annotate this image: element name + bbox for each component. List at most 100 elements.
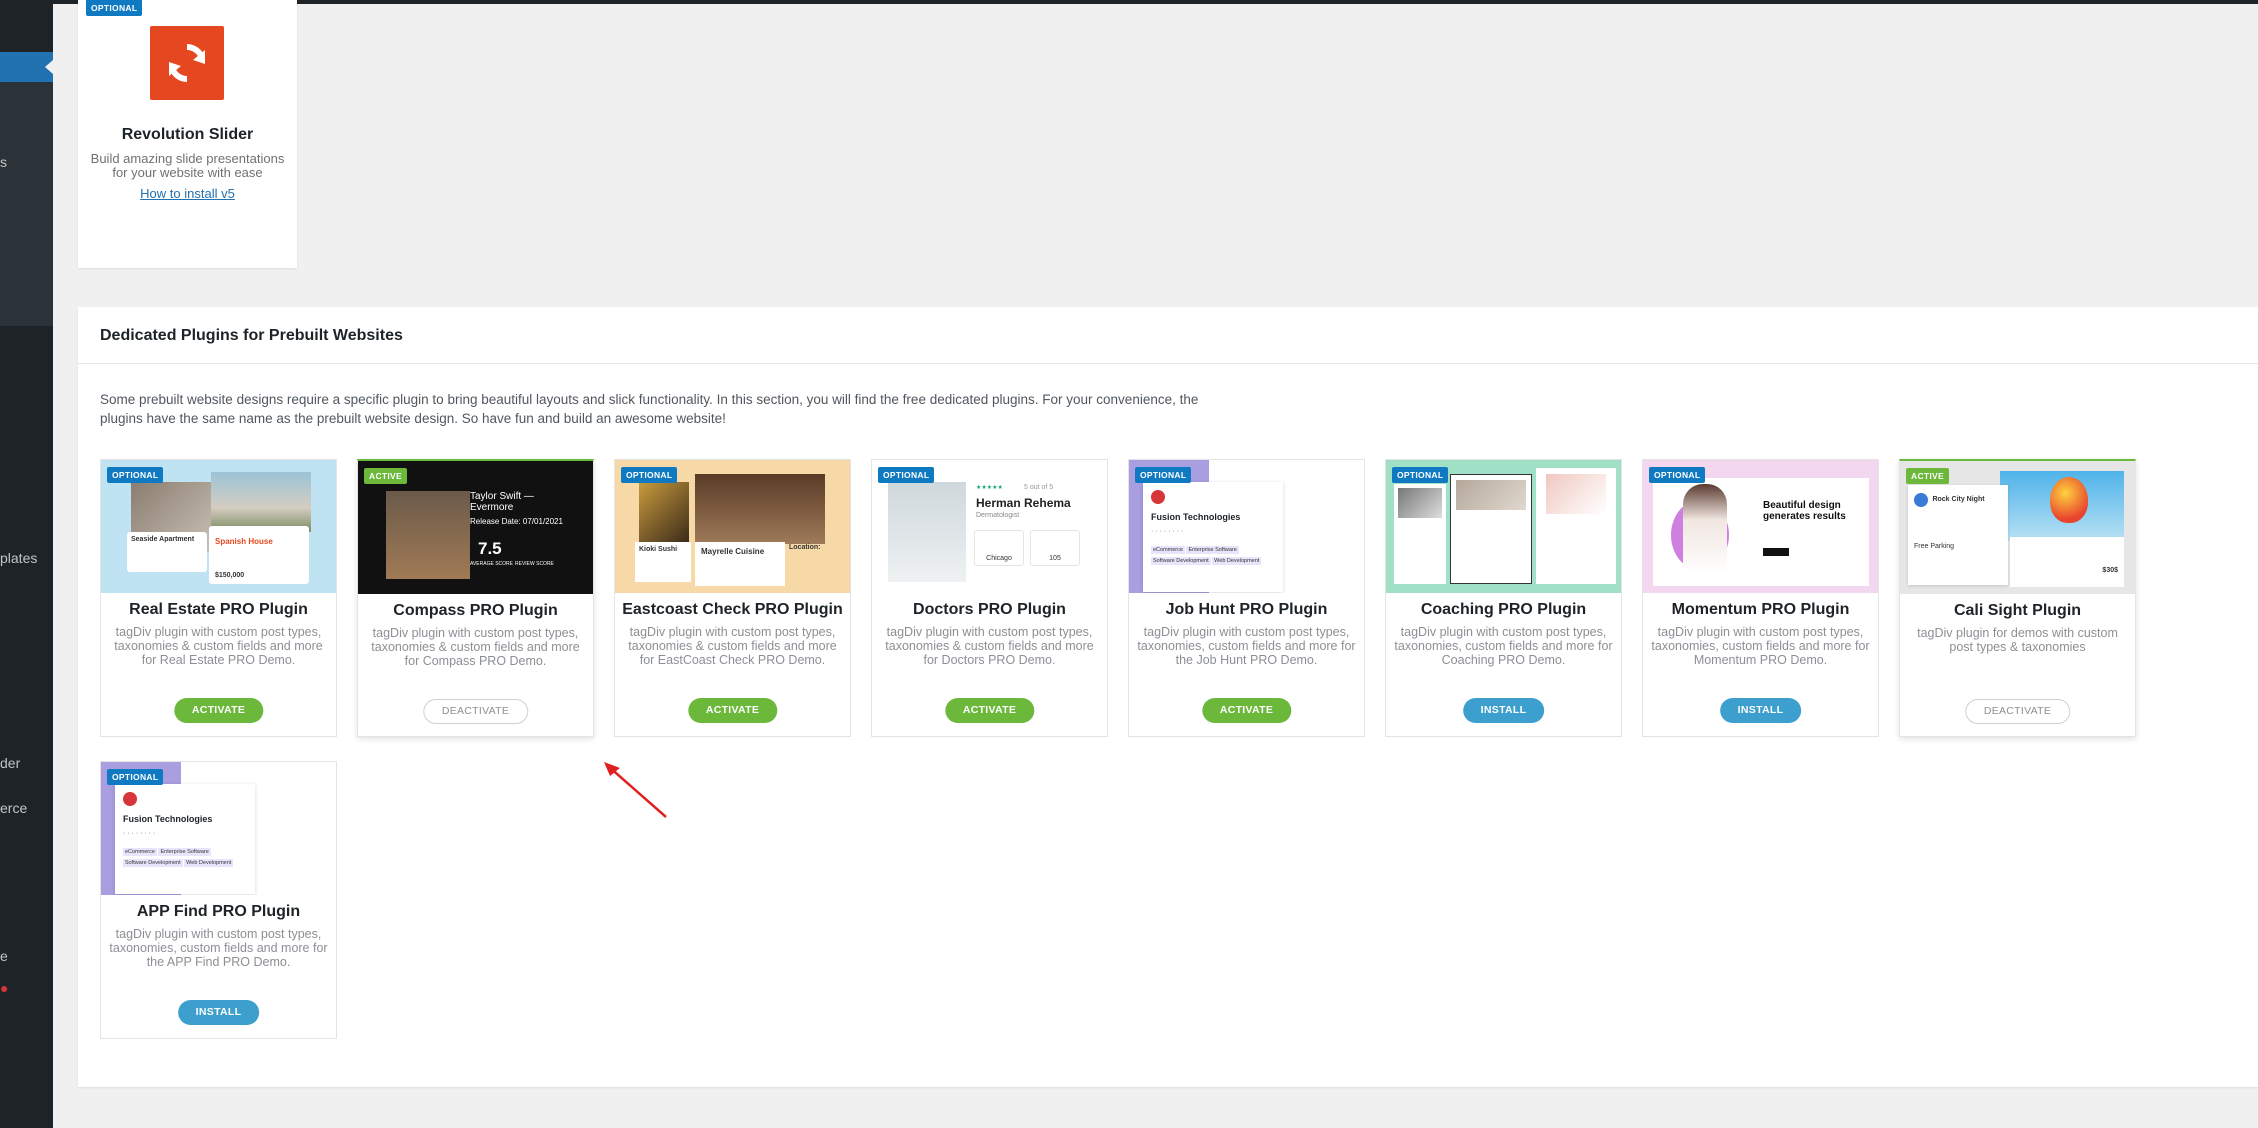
tag: Web Development bbox=[1212, 557, 1262, 565]
activate-button[interactable]: ACTIVATE bbox=[173, 698, 264, 723]
optional-badge: OPTIONAL bbox=[107, 467, 164, 483]
album-cover-image bbox=[386, 491, 470, 579]
doctor-photo bbox=[888, 482, 966, 582]
plugin-title: Momentum PRO Plugin bbox=[1671, 601, 1850, 618]
annotation-arrow-icon bbox=[604, 762, 667, 818]
thumb-headline: Beautiful design generates results bbox=[1763, 500, 1846, 522]
plugin-description: tagDiv plugin with custom post types, ta… bbox=[1651, 625, 1870, 667]
plugin-card-app-find: OPTIONAL Fusion Technologies · · · · · ·… bbox=[100, 761, 337, 1039]
plugin-thumbnail: OPTIONAL Fusion Technologies · · · · · ·… bbox=[1129, 460, 1364, 593]
plugin-thumbnail: OPTIONAL Kioki Sushi Mayrelle Cuisine Lo… bbox=[615, 460, 850, 593]
plugin-thumbnail: OPTIONAL bbox=[1386, 460, 1621, 593]
thumb-headline: Herman Rehema bbox=[976, 496, 1071, 510]
dedicated-plugins-section: Dedicated Plugins for Prebuilt Websites … bbox=[78, 307, 2258, 1087]
how-to-install-link[interactable]: How to install v5 bbox=[78, 186, 297, 201]
plugin-card-real-estate: OPTIONAL Seaside Apartment Spanish House… bbox=[100, 459, 337, 737]
sidebar-item-fragment[interactable]: s bbox=[0, 154, 7, 170]
deactivate-button[interactable]: DEACTIVATE bbox=[422, 699, 529, 724]
activate-button[interactable]: ACTIVATE bbox=[687, 698, 778, 723]
plugin-card-momentum: OPTIONAL Beautiful design generates resu… bbox=[1642, 459, 1879, 737]
sidebar-active-item[interactable] bbox=[0, 52, 53, 82]
plugin-description: tagDiv plugin with custom post types, ta… bbox=[1394, 625, 1613, 667]
company-card: Fusion Technologies · · · · · · · · eCom… bbox=[115, 784, 255, 894]
plugin-card-doctors: OPTIONAL ★★★★★ 5 out of 5 Herman Rehema … bbox=[871, 459, 1108, 737]
optional-badge: OPTIONAL bbox=[1392, 467, 1449, 483]
section-header: Dedicated Plugins for Prebuilt Websites bbox=[78, 307, 2258, 364]
section-description: Some prebuilt website designs require a … bbox=[100, 392, 1199, 426]
thumb-label: Mayrelle Cuisine bbox=[695, 542, 785, 586]
restaurant-image bbox=[695, 474, 825, 544]
plugin-card-eastcoast: OPTIONAL Kioki Sushi Mayrelle Cuisine Lo… bbox=[614, 459, 851, 737]
thumb-label: Location: bbox=[789, 544, 821, 551]
plugin-title: Eastcoast Check PRO Plugin bbox=[622, 601, 843, 618]
plugin-description: tagDiv plugin with custom post types, ta… bbox=[109, 927, 328, 969]
plugin-card-cali-sight: ACTIVE Rock City Night Free Parking $30$… bbox=[1899, 459, 2136, 737]
sidebar-item-fragment[interactable]: erce bbox=[0, 800, 27, 816]
plugin-card-coaching: OPTIONAL Coaching PRO Plugin tagDiv plug… bbox=[1385, 459, 1622, 737]
thumb-label: Dermatologist bbox=[976, 512, 1020, 519]
coach-image bbox=[1456, 480, 1526, 510]
coach-image bbox=[1398, 488, 1442, 518]
install-button[interactable]: INSTALL bbox=[177, 1000, 260, 1025]
restaurant-image bbox=[639, 482, 689, 542]
sidebar-notification-dot: ● bbox=[0, 980, 9, 996]
plugin-title: Job Hunt PRO Plugin bbox=[1165, 601, 1328, 618]
plugin-title: Real Estate PRO Plugin bbox=[129, 601, 308, 618]
plugin-title: Doctors PRO Plugin bbox=[913, 601, 1066, 618]
plugin-thumbnail: OPTIONAL Beautiful design generates resu… bbox=[1643, 460, 1878, 593]
plugin-thumbnail: OPTIONAL Seaside Apartment Spanish House… bbox=[101, 460, 336, 593]
sidebar-item-fragment[interactable]: e bbox=[0, 948, 8, 964]
listing-card: Rock City Night Free Parking bbox=[1908, 485, 2008, 585]
activate-button[interactable]: ACTIVATE bbox=[944, 698, 1035, 723]
install-button[interactable]: INSTALL bbox=[1462, 698, 1545, 723]
optional-badge: OPTIONAL bbox=[86, 0, 143, 16]
thumb-headline: Fusion Technologies bbox=[1151, 512, 1241, 522]
plugin-thumbnail: ACTIVE Taylor Swift — Evermore Release D… bbox=[358, 461, 593, 594]
house-image bbox=[211, 472, 311, 532]
thumb-score-label: AVERAGE SCORE bbox=[470, 561, 513, 567]
listing-card: Spanish House $150,000 bbox=[209, 526, 309, 584]
plugin-description: tagDiv plugin with custom post types, ta… bbox=[114, 625, 323, 667]
tag: eCommerce bbox=[123, 848, 157, 856]
plugin-description: tagDiv plugin for demos with custom post… bbox=[1917, 626, 2118, 654]
tag: eCommerce bbox=[1151, 546, 1185, 554]
listing-card: Seaside Apartment bbox=[127, 532, 207, 572]
listing-detail: $30$ bbox=[2010, 537, 2124, 587]
thumb-stat: 105 bbox=[1030, 530, 1080, 566]
plugin-thumbnail: OPTIONAL Fusion Technologies · · · · · ·… bbox=[101, 762, 336, 895]
plugin-title: Coaching PRO Plugin bbox=[1420, 601, 1587, 618]
plugin-title: Cali Sight Plugin bbox=[1953, 602, 2082, 619]
tag: Software Development bbox=[1151, 557, 1211, 565]
optional-badge: OPTIONAL bbox=[621, 467, 678, 483]
thumb-headline: Taylor Swift — Evermore bbox=[470, 491, 534, 513]
plugin-description: tagDiv plugin with custom post types, ta… bbox=[885, 625, 1094, 667]
install-button[interactable]: INSTALL bbox=[1719, 698, 1802, 723]
company-logo-icon bbox=[123, 792, 137, 806]
sidebar-item-fragment[interactable]: plates bbox=[0, 550, 37, 566]
thumb-score: 7.5 bbox=[478, 539, 502, 558]
plugin-description: tagDiv plugin with custom post types, ta… bbox=[371, 626, 580, 668]
tag: Web Development bbox=[184, 859, 234, 867]
company-logo-icon bbox=[1151, 490, 1165, 504]
deactivate-button[interactable]: DEACTIVATE bbox=[1964, 699, 2071, 724]
thumb-label: 5 out of 5 bbox=[1024, 484, 1054, 491]
optional-badge: OPTIONAL bbox=[107, 769, 164, 785]
plugin-title: APP Find PRO Plugin bbox=[136, 903, 301, 920]
thumb-label: Kioki Sushi bbox=[635, 542, 691, 582]
sidebar-item-fragment[interactable]: der bbox=[0, 755, 20, 771]
activate-button[interactable]: ACTIVATE bbox=[1201, 698, 1292, 723]
plugin-thumbnail: OPTIONAL ★★★★★ 5 out of 5 Herman Rehema … bbox=[872, 460, 1107, 593]
tag: Enterprise Software bbox=[1186, 546, 1239, 554]
plugin-description: tagDiv plugin with custom post types, ta… bbox=[1137, 625, 1356, 667]
tag: Software Development bbox=[123, 859, 183, 867]
tag: Enterprise Software bbox=[158, 848, 211, 856]
optional-badge: OPTIONAL bbox=[878, 467, 935, 483]
plugin-description: Build amazing slide presentations for yo… bbox=[90, 151, 285, 180]
plugin-title: Revolution Slider bbox=[121, 126, 254, 143]
thumb-button bbox=[1763, 548, 1789, 556]
plugin-description: tagDiv plugin with custom post types, ta… bbox=[628, 625, 837, 667]
plugin-title: Compass PRO Plugin bbox=[393, 602, 558, 619]
admin-sidebar: s plates der erce e ● bbox=[0, 0, 53, 1128]
rating-stars-icon: ★★★★★ bbox=[976, 485, 1003, 491]
revolution-slider-logo-icon bbox=[150, 26, 224, 100]
